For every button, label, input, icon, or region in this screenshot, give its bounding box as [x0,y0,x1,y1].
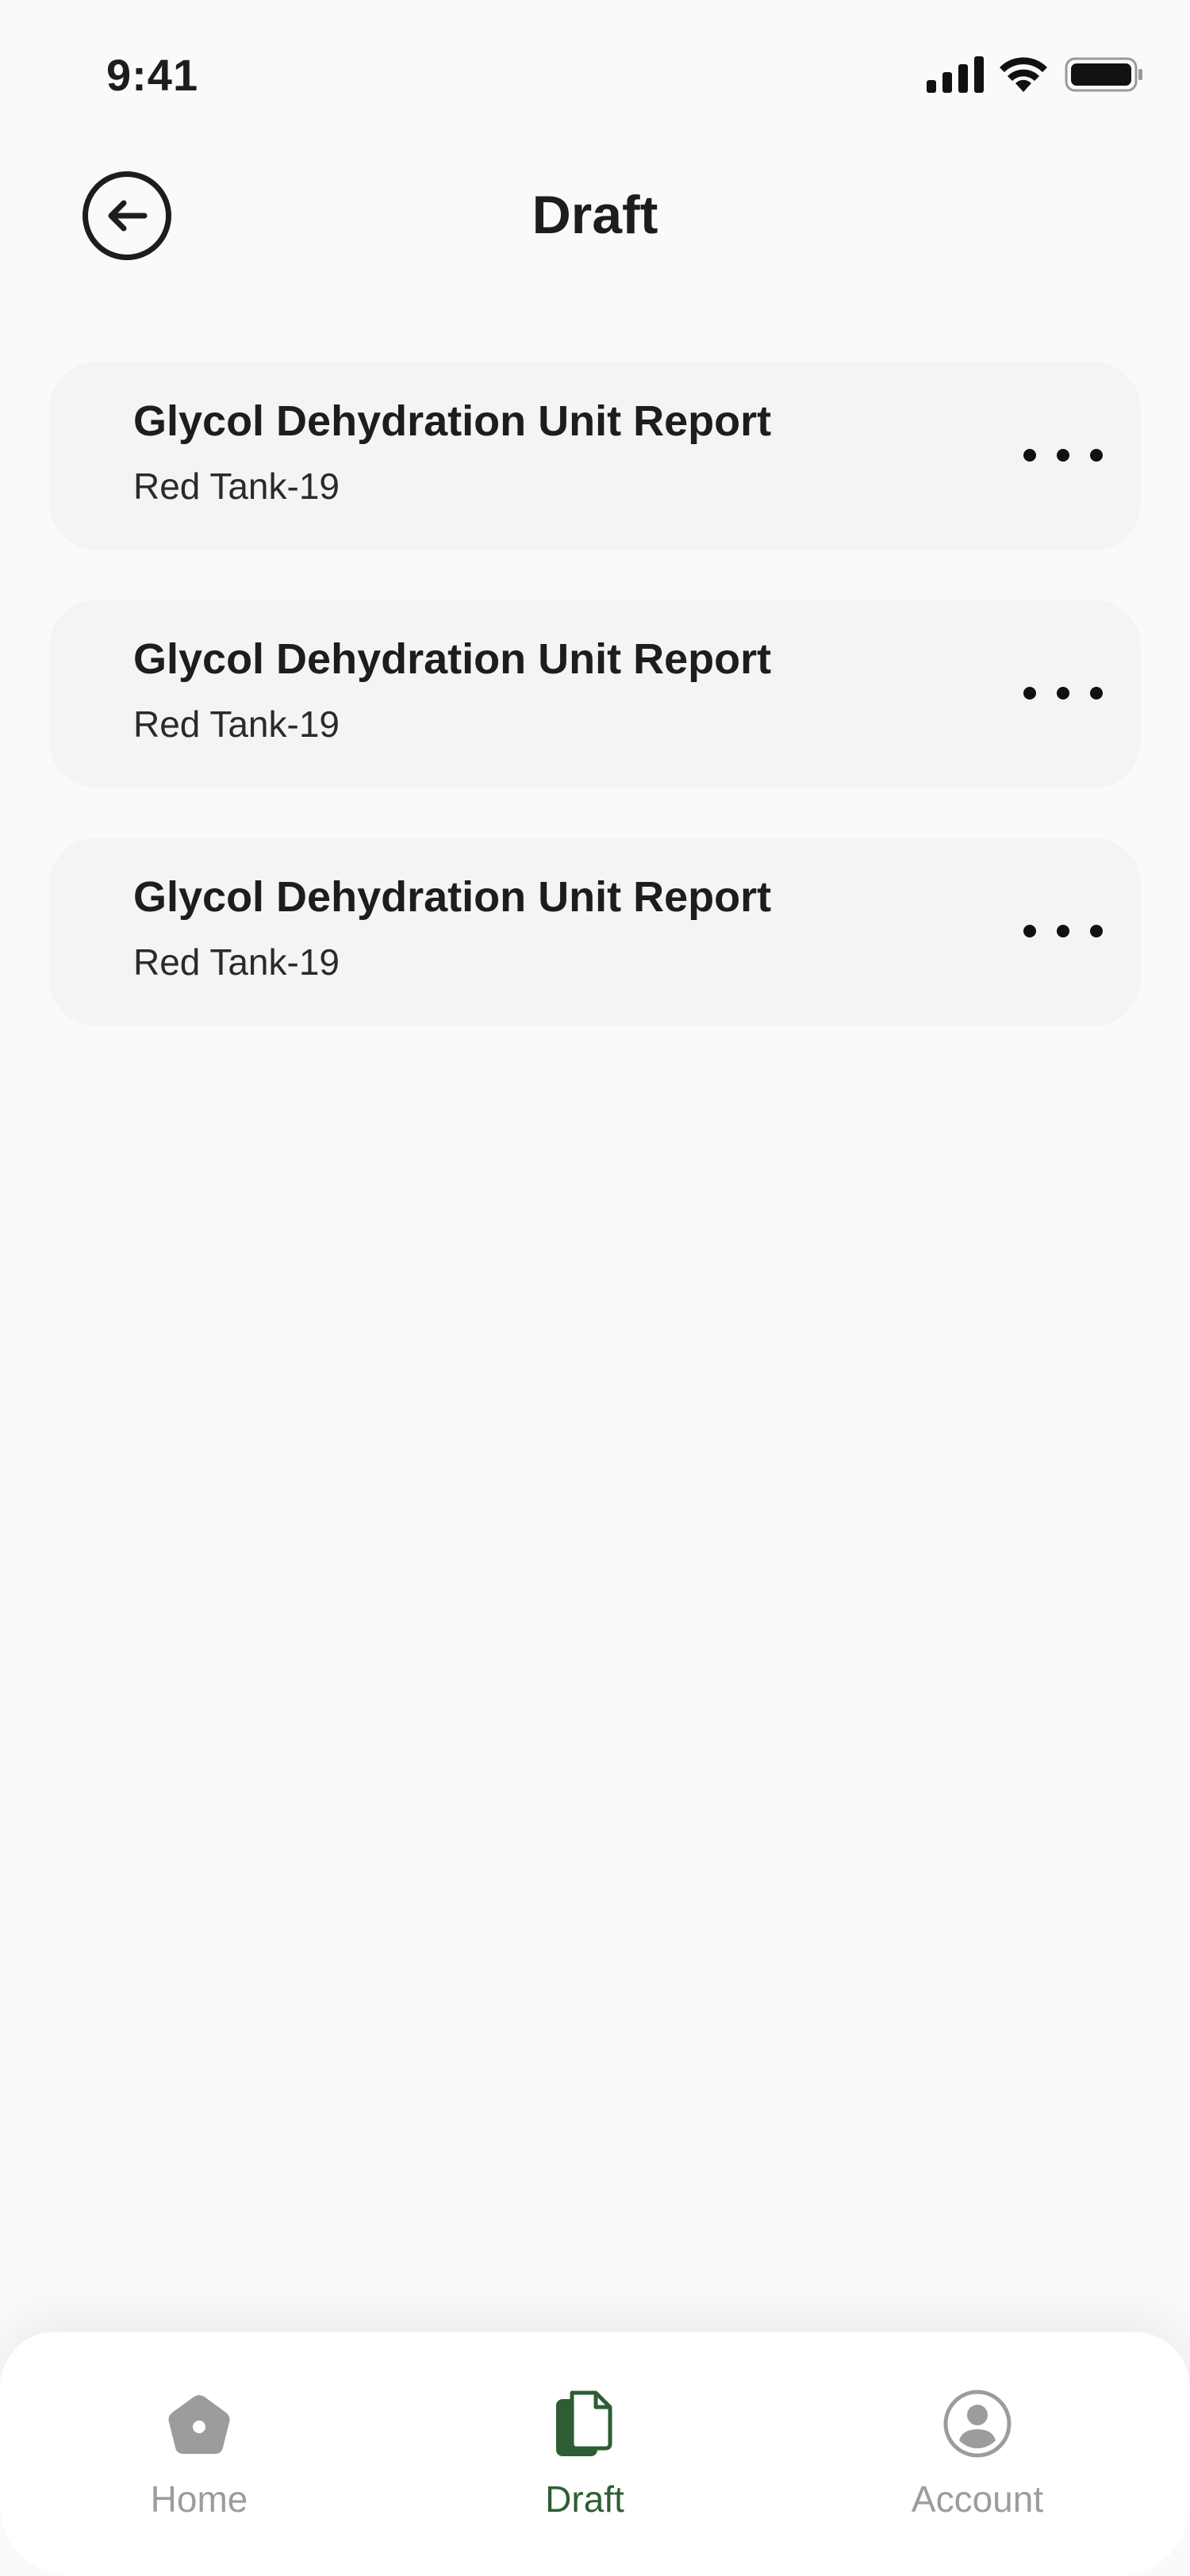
wifi-icon [1000,57,1047,92]
draft-card[interactable]: Glycol Dehydration Unit Report Red Tank-… [49,600,1141,788]
draft-list: Glycol Dehydration Unit Report Red Tank-… [49,362,1141,1075]
more-options-icon[interactable] [1023,907,1103,955]
more-options-icon[interactable] [1023,431,1103,479]
draft-title: Glycol Dehydration Unit Report [133,397,772,445]
nav-draft[interactable]: Draft [466,2384,704,2543]
status-icons [927,52,1144,97]
home-icon [168,2395,230,2454]
draft-card[interactable]: Glycol Dehydration Unit Report Red Tank-… [49,362,1141,550]
nav-draft-label: Draft [545,2478,624,2520]
bottom-nav: Home Draft Account [0,2332,1190,2576]
app-screen: 9:41 Draft Glycol Dehydration Unit Repor… [0,0,1190,2576]
cellular-signal-icon [927,56,984,93]
account-icon [943,2390,1012,2458]
nav-account[interactable]: Account [858,2384,1096,2543]
page-title: Draft [532,185,658,245]
battery-icon [1065,57,1142,92]
draft-card[interactable]: Glycol Dehydration Unit Report Red Tank-… [49,838,1141,1026]
nav-account-label: Account [911,2478,1044,2520]
status-time: 9:41 [106,50,199,100]
draft-subtitle: Red Tank-19 [133,703,340,745]
draft-title: Glycol Dehydration Unit Report [133,635,772,683]
draft-subtitle: Red Tank-19 [133,466,340,507]
document-icon [556,2390,612,2456]
nav-home[interactable]: Home [80,2384,318,2543]
more-options-icon[interactable] [1023,669,1103,717]
draft-subtitle: Red Tank-19 [133,941,340,983]
draft-title: Glycol Dehydration Unit Report [133,873,772,921]
nav-home-label: Home [150,2478,248,2520]
